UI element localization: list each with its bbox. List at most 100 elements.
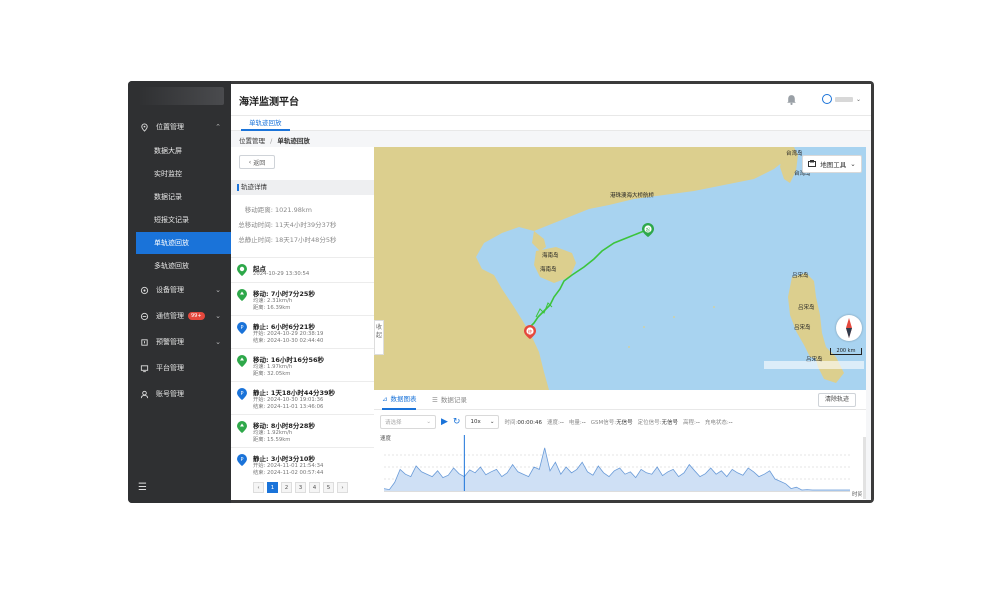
list-item[interactable]: P 静止: 1天18小时44分39秒 开始: 2024-10-30 19:01:… xyxy=(231,381,374,414)
map-scale: 200 km xyxy=(830,348,862,355)
stat-key: 总移动时间: xyxy=(238,221,273,229)
list-item[interactable]: 起点 2024-10-29 13:30:54 xyxy=(231,257,374,282)
svg-text:P: P xyxy=(240,325,243,331)
breadcrumb-sep: / xyxy=(270,137,273,145)
chevron-down-icon: ⌄ xyxy=(855,95,861,103)
sidebar-item-messages[interactable]: 短报文记录 xyxy=(128,209,231,231)
segment-line: 2024-10-29 13:30:54 xyxy=(253,271,310,277)
map-label-hainan-2: 海南岛 xyxy=(540,265,557,273)
tab-data-records[interactable]: ☰ 数据记录 xyxy=(432,390,467,410)
bell-icon[interactable] xyxy=(786,94,797,107)
sidebar-item-single-track[interactable]: 单轨迹回放 xyxy=(136,232,231,254)
chart-xlabel: 时间 xyxy=(852,490,862,498)
page-button[interactable]: 4 xyxy=(309,482,320,493)
tab-data-chart[interactable]: ⊿ 数据图表 xyxy=(382,390,417,410)
collapse-panel-button[interactable]: 收起 xyxy=(374,320,384,355)
field-key: 电量: xyxy=(568,420,582,426)
breadcrumb-current: 单轨迹回放 xyxy=(277,137,310,145)
scrollbar[interactable] xyxy=(863,437,866,499)
chevron-left-icon: ‹ xyxy=(248,158,252,166)
playback-controls: 请选择 ⌄ ▶ ↻ 10x ⌄ 时间:00:00:46 速度:-- 电量:-- … xyxy=(380,415,733,429)
nav-device[interactable]: 设备管理 ⌄ xyxy=(128,279,231,301)
top-bar: 海洋监测平台 ⌄ xyxy=(231,84,871,116)
sidebar-item-dashboard[interactable]: 数据大屏 xyxy=(128,140,231,162)
list-item[interactable]: P 静止: 3小时3分10秒 开始: 2024-11-01 21:54:34 结… xyxy=(231,447,374,480)
prev-page-button[interactable]: ‹ xyxy=(253,482,264,493)
username-blurred xyxy=(834,96,853,102)
page-title: 海洋监测平台 xyxy=(239,97,299,108)
map-view[interactable]: 起 终 台湾岛 台湾岛 港珠澳海大桥航桥 海南岛 海南岛 吕宋岛 吕宋岛 吕宋岛… xyxy=(374,147,866,390)
segment-line: 距离: 16.39km xyxy=(253,305,291,311)
page-button[interactable]: 2 xyxy=(281,482,292,493)
track-detail-panel: ‹ 返回 轨迹详情 移动距离: 1021.98km 总移动时间: 11天4小时39分… xyxy=(231,147,374,500)
nav-comm[interactable]: 通信管理 99+ ⌄ xyxy=(128,305,231,327)
svg-text:P: P xyxy=(240,457,243,463)
nav-label: 通信管理 xyxy=(156,312,184,320)
map-label-luzon-2: 吕宋岛 xyxy=(798,303,815,311)
segment-line: 距离: 15.59km xyxy=(253,437,291,443)
field-key: 定位信号: xyxy=(637,420,662,426)
tab-bar: 单轨迹回放 xyxy=(231,116,871,131)
pagination: ‹ 1 2 3 4 5 › xyxy=(253,482,348,493)
comm-icon xyxy=(140,312,149,321)
sidebar: 位置管理 ⌃ 数据大屏 实时监控 数据记录 短报文记录 单轨迹回放 多轨迹回放 … xyxy=(128,81,231,503)
nav-account[interactable]: 账号管理 xyxy=(128,383,231,405)
device-icon xyxy=(140,286,149,295)
main-content: 海洋监测平台 ⌄ 单轨迹回放 位置管理 / 单轨迹回放 ‹ 返回 轨迹详情 移动… xyxy=(231,84,871,500)
next-page-button[interactable]: › xyxy=(337,482,348,493)
page-button[interactable]: 5 xyxy=(323,482,334,493)
toolbox-icon xyxy=(808,159,817,169)
nav-alarm[interactable]: 预警管理 ⌄ xyxy=(128,331,231,353)
data-tabs: ⊿ 数据图表 ☰ 数据记录 清除轨迹 xyxy=(374,390,866,410)
compass-icon[interactable] xyxy=(836,315,862,341)
device-select[interactable]: 请选择 ⌄ xyxy=(380,415,436,429)
detail-title: 轨迹详情 xyxy=(231,180,374,195)
gsm-value: 无信号 xyxy=(616,420,633,426)
map-and-data-panel: 起 终 台湾岛 台湾岛 港珠澳海大桥航桥 海南岛 海南岛 吕宋岛 吕宋岛 吕宋岛… xyxy=(374,147,866,500)
nav-label: 设备管理 xyxy=(156,286,184,294)
nav-platform[interactable]: 平台管理 xyxy=(128,357,231,379)
list-item[interactable]: 移动: 8小时8分28秒 均速: 1.92km/h 距离: 15.59km xyxy=(231,414,374,447)
monitor-icon xyxy=(140,364,149,373)
back-label: 返回 xyxy=(253,159,266,167)
stat-stop-time: 总静止时间: 18天17小时48分5秒 xyxy=(231,234,374,244)
notification-badge: 99+ xyxy=(188,312,205,320)
segment-line: 结束: 2024-11-01 13:46:06 xyxy=(253,404,324,410)
list-item[interactable]: 移动: 16小时16分56秒 均速: 1.97km/h 距离: 32.05km xyxy=(231,348,374,381)
chevron-down-icon: ⌄ xyxy=(215,286,221,294)
breadcrumb-parent[interactable]: 位置管理 xyxy=(239,137,265,145)
stat-key: 总静止时间: xyxy=(238,236,273,244)
tab-label: 数据图表 xyxy=(390,394,417,403)
play-icon[interactable]: ▶ xyxy=(441,417,448,427)
field-key: GSM信号: xyxy=(590,420,617,426)
page-button[interactable]: 3 xyxy=(295,482,306,493)
sidebar-item-realtime[interactable]: 实时监控 xyxy=(128,163,231,185)
tab-single-track[interactable]: 单轨迹回放 xyxy=(241,116,290,131)
user-menu[interactable]: ⌄ xyxy=(821,94,861,104)
back-button[interactable]: ‹ 返回 xyxy=(239,155,275,169)
location-icon xyxy=(140,122,149,132)
map-tools-dropdown[interactable]: 地图工具 ⌄ xyxy=(802,155,862,173)
stat-value: 11天4小时39分37秒 xyxy=(275,221,337,229)
segment-line: 结束: 2024-10-30 02:44:40 xyxy=(253,338,324,344)
chevron-down-icon: ⌄ xyxy=(850,160,856,168)
move-pin-icon xyxy=(237,355,247,367)
nav-location[interactable]: 位置管理 ⌃ xyxy=(128,116,231,138)
map-label-taiwan: 台湾岛 xyxy=(786,149,803,157)
list-item[interactable]: 移动: 7小时7分25秒 均速: 2.31km/h 距离: 16.39km xyxy=(231,282,374,315)
list-item[interactable]: P 静止: 6小时6分21秒 开始: 2024-10-29 20:38:19 结… xyxy=(231,315,374,348)
sidebar-item-records[interactable]: 数据记录 xyxy=(128,186,231,208)
move-pin-icon xyxy=(237,421,247,433)
speed-select[interactable]: 10x ⌄ xyxy=(465,415,500,429)
menu-collapse-icon[interactable]: ☰ xyxy=(138,482,147,493)
speed-chart[interactable]: 速度 时间 xyxy=(378,433,862,499)
power-value: -- xyxy=(581,420,586,426)
sidebar-item-multi-track[interactable]: 多轨迹回放 xyxy=(128,255,231,277)
map-tools-label: 地图工具 xyxy=(820,161,847,169)
replay-icon[interactable]: ↻ xyxy=(453,417,461,427)
page-button[interactable]: 1 xyxy=(267,482,278,493)
clear-track-button[interactable]: 清除轨迹 xyxy=(818,393,856,407)
avatar xyxy=(821,94,832,104)
chevron-down-icon: ⌄ xyxy=(426,419,431,425)
stop-pin-icon: P xyxy=(237,388,247,400)
